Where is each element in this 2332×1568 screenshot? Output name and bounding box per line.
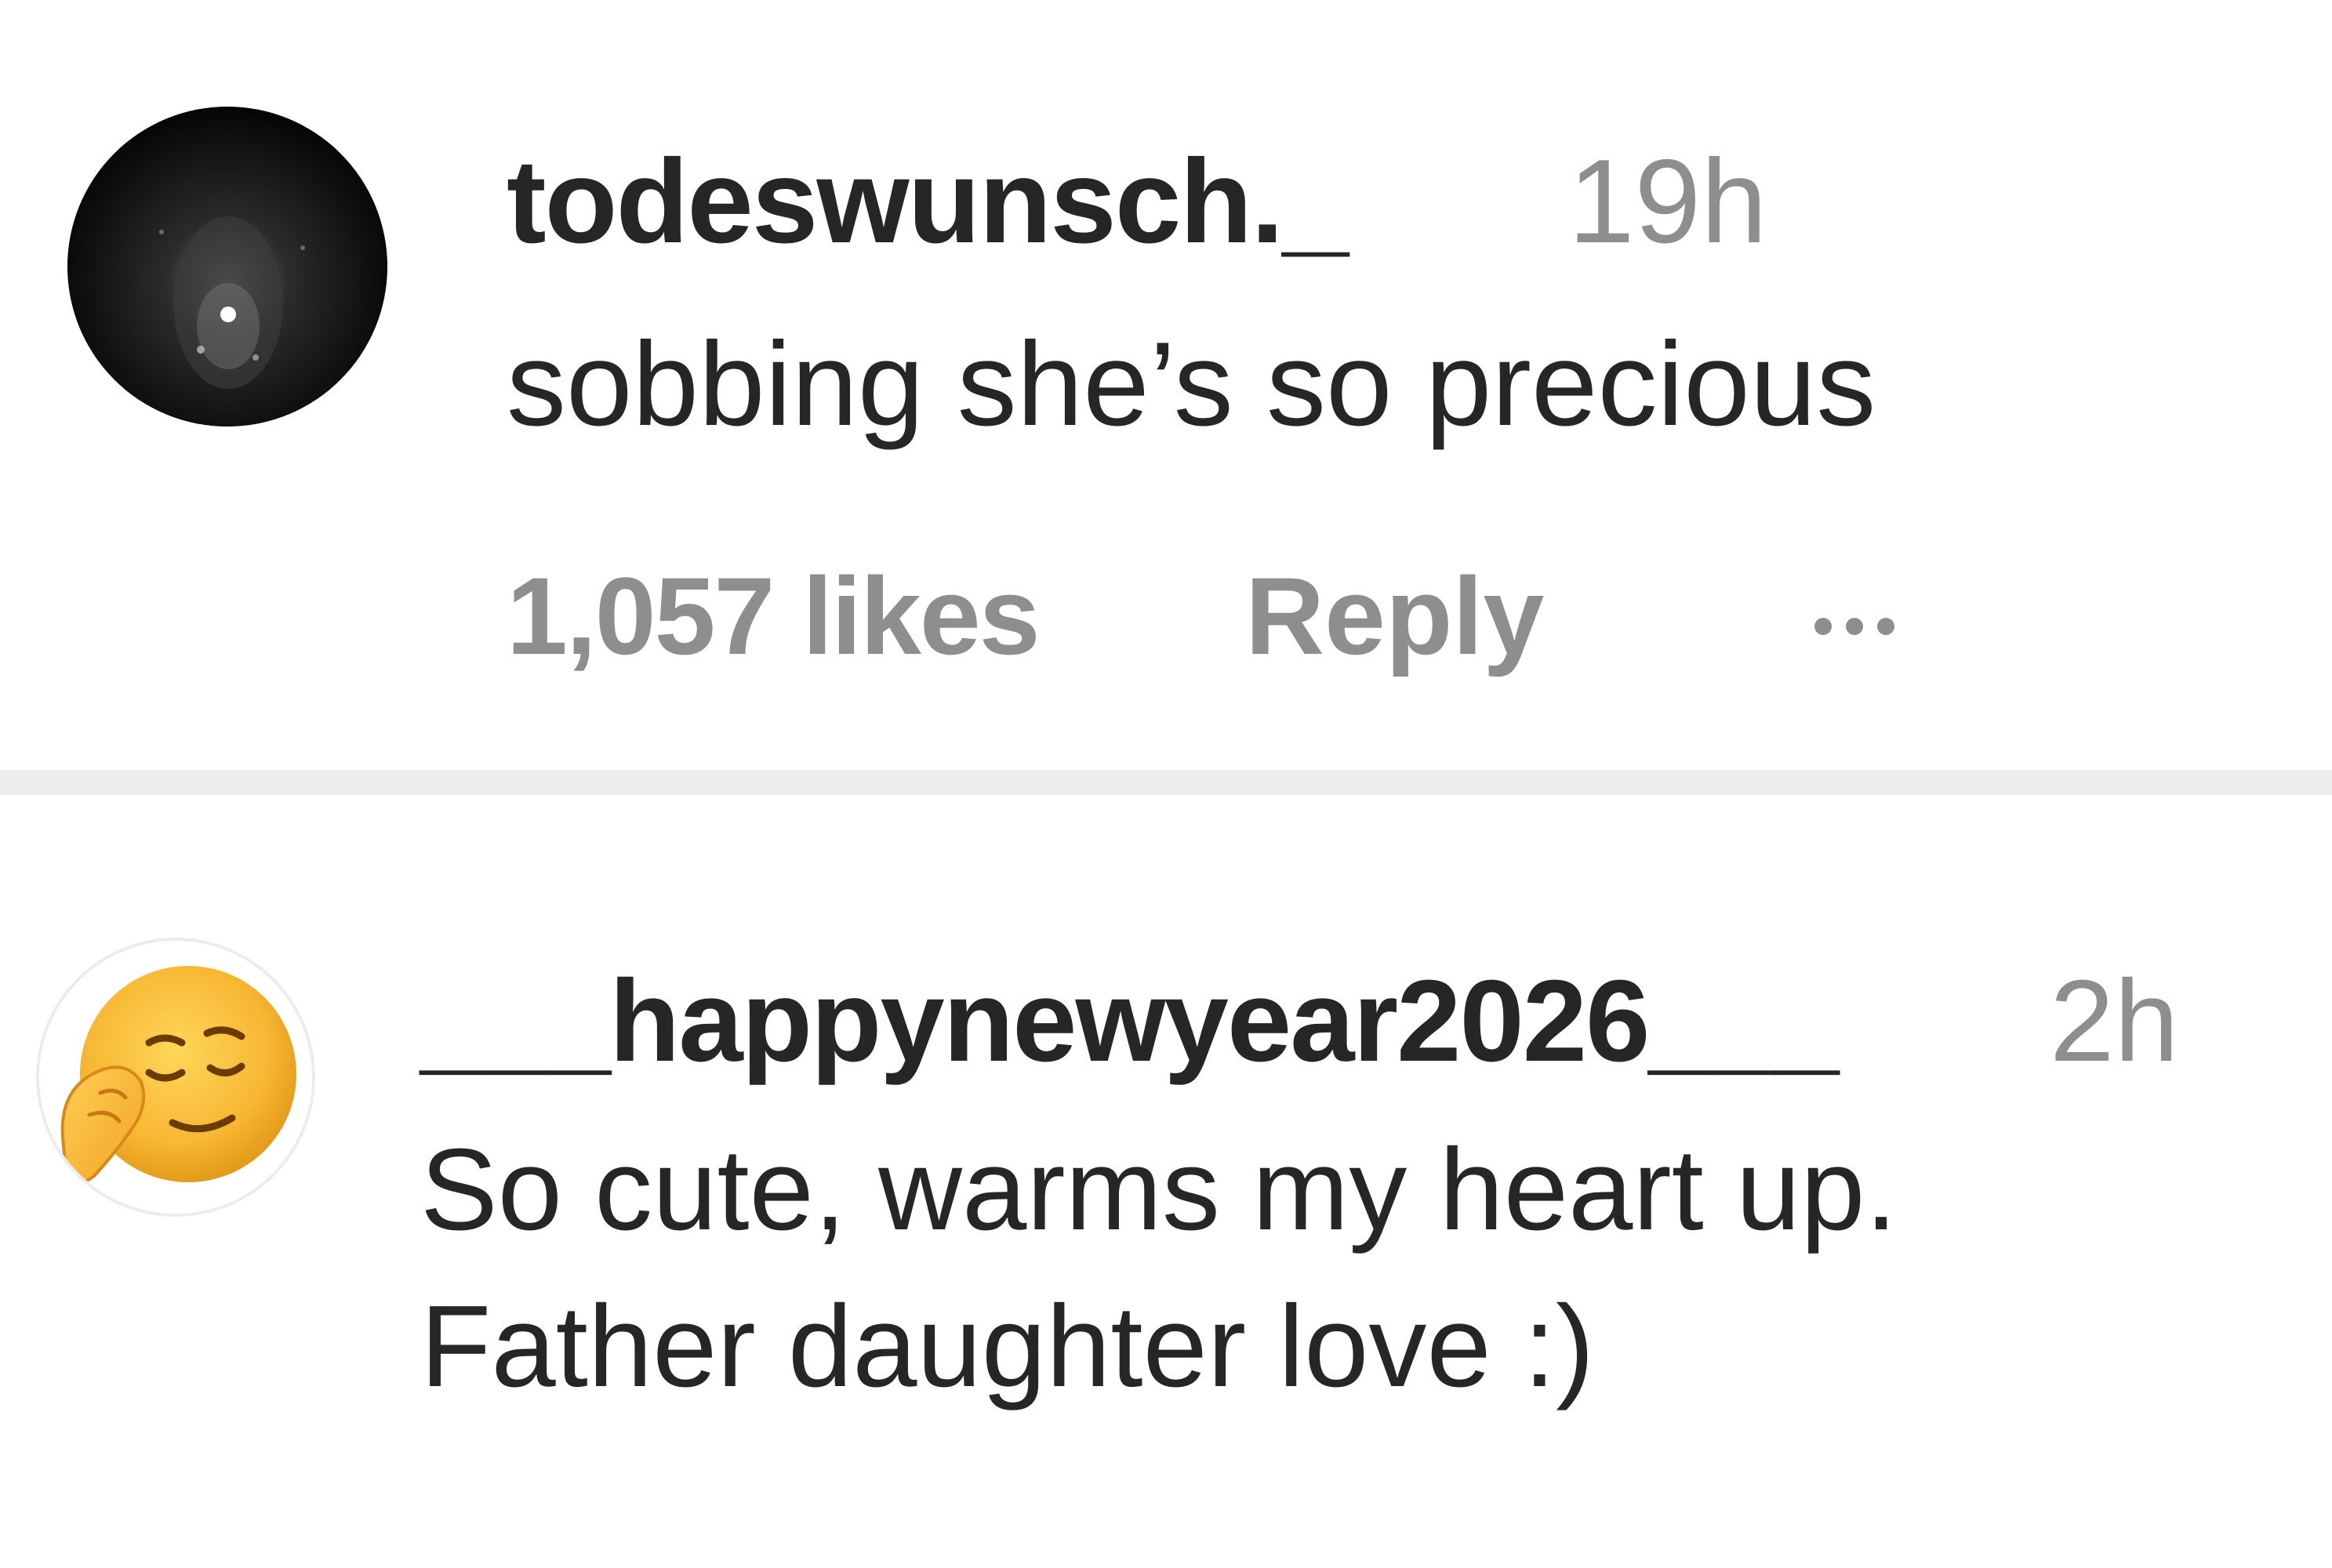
relieved-face-emoji-avatar[interactable]: [36, 938, 315, 1217]
comment-2: ___happynewyear2026___ 2h So cute, warms…: [0, 795, 2332, 1568]
comment-likes-count[interactable]: 1,057 likes: [507, 554, 1041, 679]
comment-timestamp: 19h: [1568, 135, 1767, 268]
comment-username[interactable]: ___happynewyear2026___: [420, 955, 1839, 1088]
comment-text-line-1: So cute, warms my heart up.: [420, 1125, 1898, 1254]
dark-photo-avatar[interactable]: [67, 107, 387, 426]
comment-divider: [0, 770, 2332, 795]
comment-timestamp: 2h: [2050, 956, 2179, 1086]
comment-text: sobbing she’s so precious: [507, 318, 1876, 451]
comment-1: todeswunsch._ 19h sobbing she’s so preci…: [0, 0, 2332, 770]
comment-text-line-2: Father daughter love :): [420, 1282, 1595, 1411]
more-options-icon[interactable]: [1814, 618, 1909, 639]
avatar-photo-icon: [67, 107, 387, 426]
comment-username[interactable]: todeswunsch._: [507, 135, 1349, 268]
reply-button[interactable]: Reply: [1245, 554, 1544, 679]
relieved-face-emoji-icon: [60, 966, 296, 1184]
